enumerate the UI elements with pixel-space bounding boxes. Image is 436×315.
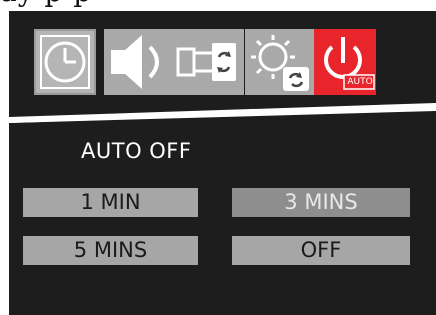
- tab-device-sync[interactable]: [174, 29, 244, 95]
- tab-sound[interactable]: [104, 29, 174, 95]
- speaker-icon: [104, 29, 174, 95]
- auto-badge: AUTO: [347, 77, 373, 87]
- device-sync-icon: [174, 29, 244, 95]
- cropped-caption: ay p p: [0, 0, 436, 11]
- option-5-mins[interactable]: 5 MINS: [23, 236, 198, 265]
- device-screen: ay p p: [0, 0, 436, 315]
- section-title: AUTO OFF: [81, 139, 192, 163]
- tab-time[interactable]: [34, 29, 96, 95]
- caption-text: ay p p: [0, 0, 436, 8]
- divider-swoosh: [9, 103, 436, 123]
- gear-sync-icon: [245, 29, 315, 95]
- option-1-min[interactable]: 1 MIN: [23, 188, 198, 217]
- tab-display-sync[interactable]: [245, 29, 315, 95]
- option-off[interactable]: OFF: [232, 236, 410, 265]
- option-3-mins[interactable]: 3 MINS: [232, 188, 410, 217]
- tab-auto-off[interactable]: AUTO: [314, 29, 376, 95]
- settings-toolbar: AUTO: [34, 29, 394, 95]
- clock-icon: [34, 29, 96, 95]
